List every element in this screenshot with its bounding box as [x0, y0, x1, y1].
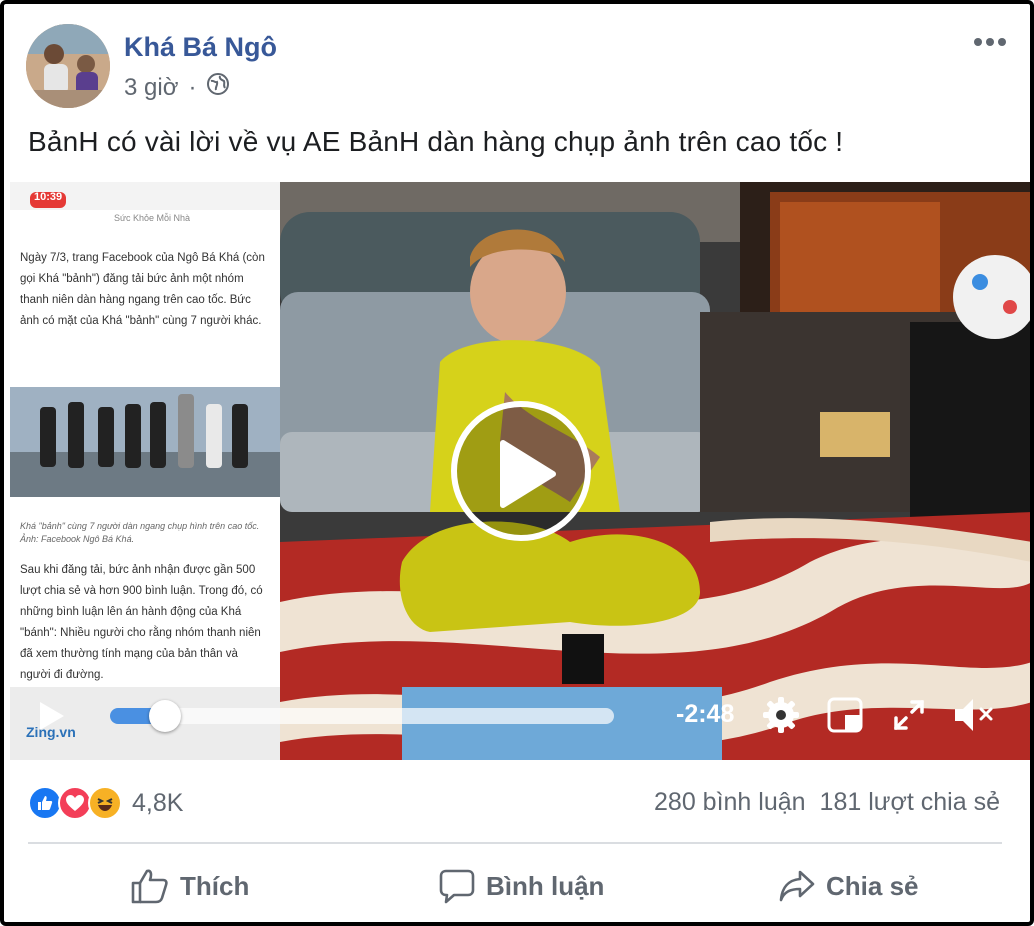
shares-count[interactable]: 181 lượt chia sẻ — [820, 788, 1000, 817]
inset-photo-caption: Khá "bảnh" cùng 7 người dàn ngang chụp h… — [20, 521, 260, 544]
post-caption: BảnH có vài lời về vụ AE BảnH dàn hàng c… — [28, 126, 844, 157]
more-options-button[interactable] — [972, 30, 1008, 54]
share-button[interactable]: Chia sẻ — [778, 862, 919, 910]
play-button[interactable] — [36, 700, 68, 732]
expand-icon — [894, 700, 924, 730]
settings-button[interactable] — [760, 694, 802, 736]
inset-status-time: 10:39 — [34, 191, 63, 203]
time-remaining: -2:48 — [676, 700, 735, 728]
fullscreen-button[interactable] — [890, 696, 928, 734]
facebook-post: Khá Bá Ngô 3 giờ · BảnH có vài lời về vụ… — [0, 0, 1034, 926]
picture-in-picture-button[interactable] — [826, 696, 864, 734]
like-reaction-icon — [28, 786, 62, 820]
love-reaction-icon — [58, 786, 92, 820]
reactions-count[interactable]: 4,8K — [132, 789, 183, 818]
volume-muted-icon — [955, 699, 993, 731]
divider — [28, 842, 1002, 844]
avatar-image — [26, 24, 110, 108]
comment-icon — [439, 869, 475, 904]
author-name[interactable]: Khá Bá Ngô — [124, 32, 277, 63]
play-overlay-button[interactable] — [451, 401, 591, 541]
inset-top-label: Sức Khỏe Mỗi Nhà — [114, 213, 191, 223]
more-dot — [986, 38, 994, 46]
post-time[interactable]: 3 giờ — [124, 74, 178, 102]
post-meta: 3 giờ · — [124, 72, 230, 103]
picture-in-picture-icon — [827, 697, 863, 733]
progress-bar[interactable] — [110, 700, 614, 732]
gear-icon — [763, 697, 799, 733]
comments-count[interactable]: 280 bình luận — [654, 788, 806, 817]
reactions-summary[interactable]: 4,8K — [28, 786, 183, 820]
more-dot — [998, 38, 1006, 46]
comment-button[interactable]: Bình luận — [438, 862, 604, 910]
comment-label: Bình luận — [486, 870, 605, 901]
mute-button[interactable] — [950, 694, 996, 736]
like-label: Thích — [180, 870, 250, 901]
separator-dot: · — [188, 73, 197, 101]
haha-reaction-icon — [88, 786, 122, 820]
share-icon — [779, 870, 815, 902]
inset-paragraph-1: Ngày 7/3, trang Facebook của Ngô Bá Khá … — [20, 252, 265, 327]
like-button[interactable]: Thích — [130, 862, 249, 910]
avatar[interactable] — [26, 24, 110, 108]
video-player[interactable]: 10:39 Sức Khỏe Mỗi Nhà Ngày 7/3, trang F… — [10, 182, 1030, 760]
post-actions: Thích Bình luận Chia sẻ — [4, 856, 1030, 916]
more-dot — [974, 38, 982, 46]
play-icon — [40, 702, 64, 730]
inset-paragraph-2: Sau khi đăng tải, bức ảnh nhận được gần … — [20, 564, 263, 681]
globe-icon[interactable] — [206, 72, 230, 103]
engagement-stats: 280 bình luận 181 lượt chia sẻ — [654, 788, 1000, 817]
share-label: Chia sẻ — [826, 870, 919, 901]
thumbs-up-icon — [131, 869, 168, 904]
inset-article: 10:39 Sức Khỏe Mỗi Nhà Ngày 7/3, trang F… — [10, 182, 280, 760]
play-icon — [500, 440, 556, 508]
